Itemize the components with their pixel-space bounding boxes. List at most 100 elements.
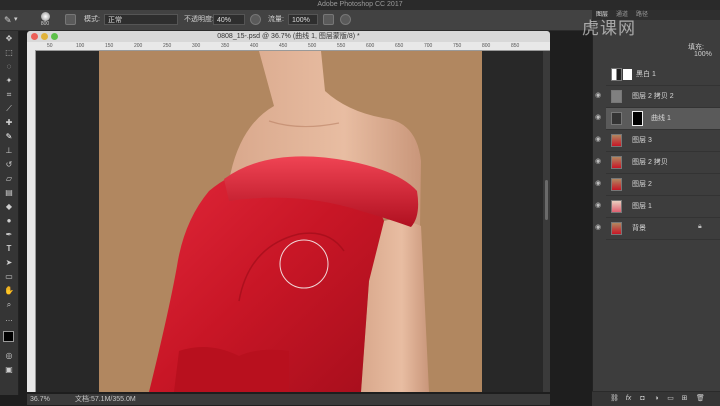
layer-row[interactable]: 黑白 1 <box>606 64 720 86</box>
blur-tool-icon[interactable]: ◆ <box>4 202 14 212</box>
brush-panel-toggle-icon[interactable] <box>65 14 76 25</box>
zoom-tool-icon[interactable]: ⌕ <box>4 300 14 310</box>
layer-row[interactable]: ◉ 背景 🔒︎ <box>595 218 720 240</box>
brush-tool-icon[interactable]: ✎ <box>4 132 14 142</box>
ruler-tick-label: 800 <box>482 43 491 49</box>
layer-name: 图层 2 <box>632 181 652 188</box>
layer-name: 图层 2 拷贝 <box>632 159 668 166</box>
adjustment-layer-icon[interactable]: ◑ <box>652 394 661 403</box>
clone-stamp-tool-icon[interactable]: ⊥ <box>4 146 14 156</box>
layer-row[interactable]: ◉ 图层 1 <box>595 196 720 218</box>
hand-tool-icon[interactable]: ✋ <box>4 286 14 296</box>
layer-thumbnail <box>611 156 622 169</box>
add-mask-icon[interactable]: ◘ <box>638 394 647 403</box>
brush-tool-icon[interactable]: ✎ <box>4 15 12 25</box>
eye-icon[interactable]: ◉ <box>594 180 602 188</box>
layers-footer: ⛓ fx ◘ ◑ ▭ ⊞ 🗑︎ <box>592 391 720 406</box>
new-layer-icon[interactable]: ⊞ <box>680 394 689 403</box>
ruler-tick-label: 550 <box>337 43 346 49</box>
eraser-tool-icon[interactable]: ▱ <box>4 174 14 184</box>
lasso-tool-icon[interactable]: ◌ <box>4 62 14 72</box>
ruler-tick-label: 50 <box>47 43 53 49</box>
close-window-icon[interactable] <box>31 33 38 40</box>
layer-row-selected[interactable]: ◉ 曲线 1 <box>595 108 720 130</box>
pen-tool-icon[interactable]: ✒ <box>4 230 14 240</box>
canvas[interactable] <box>99 51 482 392</box>
eye-icon[interactable]: ◉ <box>594 92 602 100</box>
ruler-tick-label: 600 <box>366 43 375 49</box>
layer-style-icon[interactable]: fx <box>624 394 633 403</box>
horizontal-ruler[interactable]: 50 100 150 200 250 300 350 400 450 500 550 600 650 70… <box>27 42 550 51</box>
crop-tool-icon[interactable]: ⌗ <box>4 90 14 100</box>
eye-icon[interactable]: ◉ <box>594 136 602 144</box>
layer-name: 图层 1 <box>632 203 652 210</box>
app-title: Adobe Photoshop CC 2017 <box>0 0 720 10</box>
opacity-label: 不透明度: <box>184 16 214 23</box>
layer-thumbnail <box>611 200 622 213</box>
document-tab[interactable]: 0808_15-.psd @ 36.7% (曲线 1, 图层蒙版/8) * <box>27 31 550 42</box>
tools-panel: ✥ ⬚ ◌ ✦ ⌗ ⟋ ✚ ✎ ⊥ ↺ ▱ ▤ ◆ ● ✒ T ➤ ▭ ✋ ⌕ … <box>0 31 19 395</box>
mode-label: 模式: <box>84 16 100 23</box>
eyedropper-tool-icon[interactable]: ⟋ <box>4 104 14 114</box>
pressure-size-icon[interactable] <box>340 14 351 25</box>
ruler-tick-label: 150 <box>105 43 114 49</box>
layer-row[interactable]: ◉ 图层 2 拷贝 <box>595 152 720 174</box>
layer-row[interactable]: ◉ 图层 2 <box>595 174 720 196</box>
history-brush-tool-icon[interactable]: ↺ <box>4 160 14 170</box>
gradient-tool-icon[interactable]: ▤ <box>4 188 14 198</box>
ruler-tick-label: 200 <box>134 43 143 49</box>
brush-preset-picker[interactable]: 800 <box>38 12 52 27</box>
path-select-tool-icon[interactable]: ➤ <box>4 258 14 268</box>
opacity-field[interactable]: 40% <box>213 14 245 25</box>
ruler-tick-label: 100 <box>76 43 85 49</box>
layer-thumbnail <box>611 222 622 235</box>
mode-select[interactable]: 正常 <box>104 14 178 25</box>
move-tool-icon[interactable]: ✥ <box>4 34 14 44</box>
marquee-tool-icon[interactable]: ⬚ <box>4 48 14 58</box>
zoom-readout[interactable]: 36.7% <box>30 394 50 405</box>
eye-icon[interactable]: ◉ <box>594 158 602 166</box>
link-layers-icon[interactable]: ⛓ <box>610 394 619 403</box>
vertical-ruler[interactable] <box>27 50 36 392</box>
brush-size-value: 800 <box>40 21 50 27</box>
trash-icon[interactable]: 🗑︎ <box>696 394 705 403</box>
shape-tool-icon[interactable]: ▭ <box>4 272 14 282</box>
foreground-color-swatch[interactable] <box>3 331 14 342</box>
layer-row[interactable]: ◉ 图层 2 拷贝 2 <box>595 86 720 108</box>
layer-name: 黑白 1 <box>636 71 656 78</box>
tab-paths[interactable]: 路径 <box>636 10 648 20</box>
ruler-tick-label: 700 <box>424 43 433 49</box>
pasteboard[interactable] <box>36 51 543 392</box>
eye-icon[interactable]: ◉ <box>594 114 602 122</box>
layer-mask-thumbnail <box>623 69 632 80</box>
type-tool-icon[interactable]: T <box>4 244 14 254</box>
eye-icon[interactable]: ◉ <box>594 224 602 232</box>
new-group-icon[interactable]: ▭ <box>666 394 675 403</box>
healing-tool-icon[interactable]: ✚ <box>4 118 14 128</box>
quick-mask-icon[interactable]: ◎ <box>4 351 14 361</box>
airbrush-icon[interactable] <box>323 14 334 25</box>
flow-field[interactable]: 100% <box>288 14 318 25</box>
screen-mode-icon[interactable]: ▣ <box>4 365 14 375</box>
fill-value[interactable]: 100% <box>694 51 712 58</box>
eye-icon[interactable]: ◉ <box>594 202 602 210</box>
quick-select-tool-icon[interactable]: ✦ <box>4 76 14 86</box>
lock-icon[interactable]: 🔒︎ <box>698 223 702 231</box>
ruler-tick-label: 450 <box>279 43 288 49</box>
document-size: 文档:57.1M/355.0M <box>75 396 136 403</box>
curves-adjustment-icon <box>611 112 622 125</box>
pressure-opacity-icon[interactable] <box>250 14 261 25</box>
layer-name: 背景 <box>632 225 646 232</box>
vertical-scrollbar[interactable] <box>543 51 550 392</box>
more-tools-icon[interactable]: … <box>4 314 14 324</box>
dodge-tool-icon[interactable]: ● <box>4 216 14 226</box>
ruler-tick-label: 650 <box>395 43 404 49</box>
photo-artwork <box>149 51 429 392</box>
scrollbar-thumb[interactable] <box>545 180 548 220</box>
layer-row[interactable]: ◉ 图层 3 <box>595 130 720 152</box>
ruler-tick-label: 500 <box>308 43 317 49</box>
maximize-window-icon[interactable] <box>51 33 58 40</box>
minimize-window-icon[interactable] <box>41 33 48 40</box>
chevron-down-icon[interactable]: ▾ <box>14 15 18 25</box>
flow-label: 流量: <box>268 16 284 23</box>
